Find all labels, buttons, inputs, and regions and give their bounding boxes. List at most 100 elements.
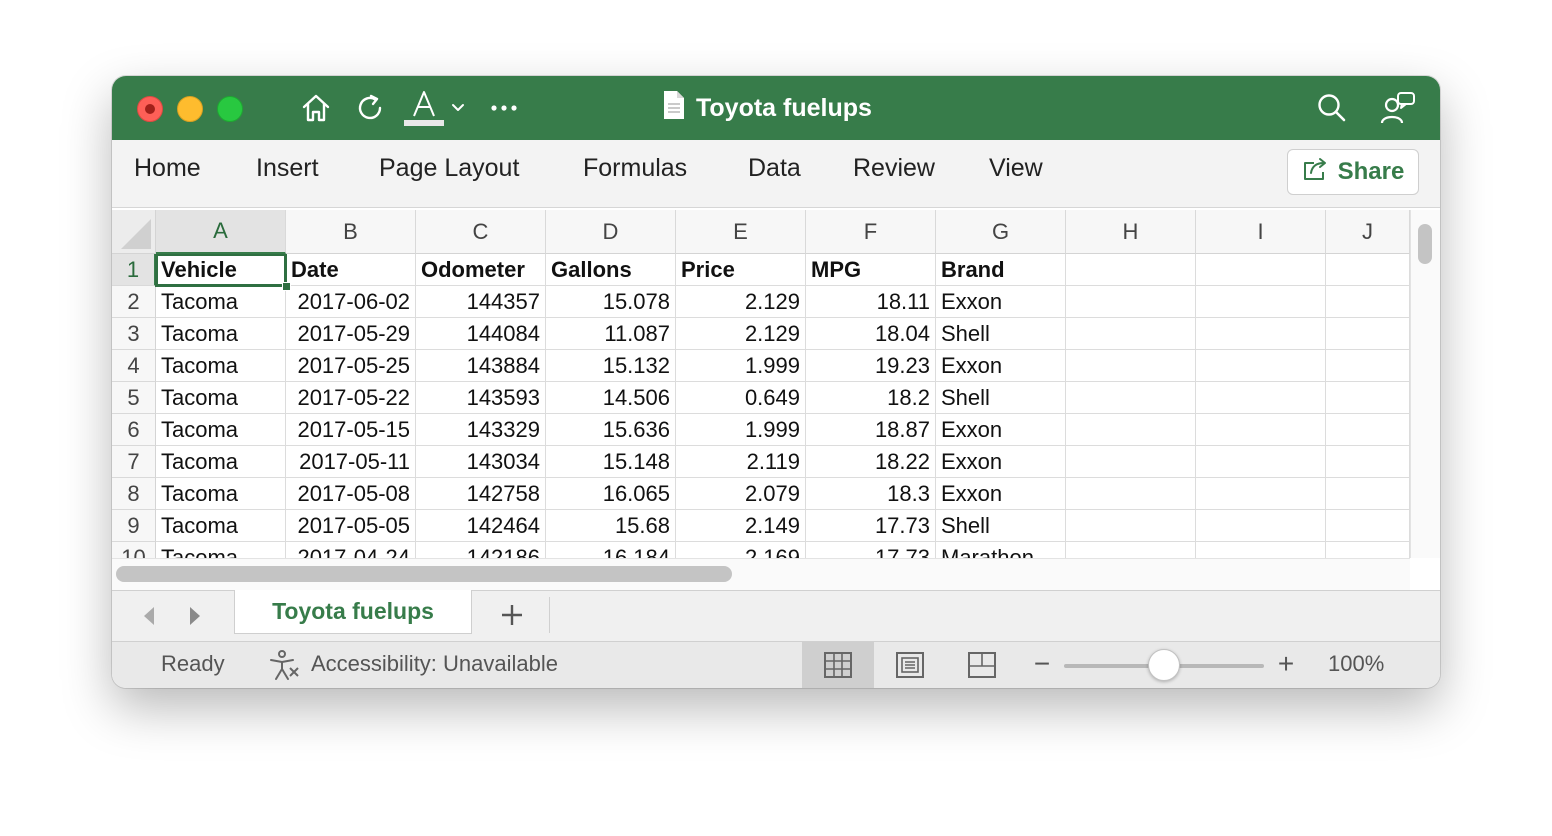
cell-g9[interactable]: Shell xyxy=(936,510,1066,542)
cell-b10[interactable]: 2017-04-24 xyxy=(286,542,416,558)
cell-h3[interactable] xyxy=(1066,318,1196,350)
cell-d10[interactable]: 16.184 xyxy=(546,542,676,558)
cell-i4[interactable] xyxy=(1196,350,1326,382)
row-header-4[interactable]: 4 xyxy=(112,350,156,382)
cell-e7[interactable]: 2.119 xyxy=(676,446,806,478)
cell-f9[interactable]: 17.73 xyxy=(806,510,936,542)
cell-f1[interactable]: MPG xyxy=(806,254,936,286)
cell-f7[interactable]: 18.22 xyxy=(806,446,936,478)
cell-a9[interactable]: Tacoma xyxy=(156,510,286,542)
close-window-button[interactable] xyxy=(137,96,163,122)
tab-page-layout[interactable]: Page Layout xyxy=(379,154,519,183)
cell-h9[interactable] xyxy=(1066,510,1196,542)
cell-i7[interactable] xyxy=(1196,446,1326,478)
cell-j7[interactable] xyxy=(1326,446,1410,478)
cell-d7[interactable]: 15.148 xyxy=(546,446,676,478)
cell-e3[interactable]: 2.129 xyxy=(676,318,806,350)
row-header-3[interactable]: 3 xyxy=(112,318,156,350)
cell-j10[interactable] xyxy=(1326,542,1410,558)
row-header-2[interactable]: 2 xyxy=(112,286,156,318)
font-color-icon[interactable] xyxy=(404,90,444,126)
cell-h5[interactable] xyxy=(1066,382,1196,414)
cell-b6[interactable]: 2017-05-15 xyxy=(286,414,416,446)
select-all-corner[interactable] xyxy=(112,210,156,254)
cell-b2[interactable]: 2017-06-02 xyxy=(286,286,416,318)
cell-a5[interactable]: Tacoma xyxy=(156,382,286,414)
zoom-in-button[interactable]: + xyxy=(1274,648,1298,679)
cell-a4[interactable]: Tacoma xyxy=(156,350,286,382)
cell-d3[interactable]: 11.087 xyxy=(546,318,676,350)
normal-view-button[interactable] xyxy=(802,642,874,688)
cell-j8[interactable] xyxy=(1326,478,1410,510)
cell-g2[interactable]: Exxon xyxy=(936,286,1066,318)
cell-h6[interactable] xyxy=(1066,414,1196,446)
cell-g3[interactable]: Shell xyxy=(936,318,1066,350)
column-header-j[interactable]: J xyxy=(1326,210,1410,254)
add-sheet-button[interactable] xyxy=(492,597,532,633)
home-icon[interactable] xyxy=(298,90,334,126)
cell-h4[interactable] xyxy=(1066,350,1196,382)
column-header-f[interactable]: F xyxy=(806,210,936,254)
cell-d5[interactable]: 14.506 xyxy=(546,382,676,414)
cell-b4[interactable]: 2017-05-25 xyxy=(286,350,416,382)
cell-a10[interactable]: Tacoma xyxy=(156,542,286,558)
cell-a1[interactable]: Vehicle xyxy=(155,254,291,291)
cell-b3[interactable]: 2017-05-29 xyxy=(286,318,416,350)
search-icon[interactable] xyxy=(1314,90,1350,126)
row-header-7[interactable]: 7 xyxy=(112,446,156,478)
row-header-1[interactable]: 1 xyxy=(112,254,156,286)
previous-sheet-icon[interactable] xyxy=(134,601,164,631)
zoom-slider-thumb[interactable] xyxy=(1148,649,1180,681)
cell-e2[interactable]: 2.129 xyxy=(676,286,806,318)
cell-i6[interactable] xyxy=(1196,414,1326,446)
cell-b5[interactable]: 2017-05-22 xyxy=(286,382,416,414)
cell-e1[interactable]: Price xyxy=(676,254,806,286)
tab-home[interactable]: Home xyxy=(134,154,201,183)
sheet-tab-toyota-fuelups[interactable]: Toyota fuelups xyxy=(234,590,472,634)
cell-i10[interactable] xyxy=(1196,542,1326,558)
cell-d6[interactable]: 15.636 xyxy=(546,414,676,446)
page-layout-view-button[interactable] xyxy=(874,642,946,688)
tab-formulas[interactable]: Formulas xyxy=(583,154,687,183)
zoom-level[interactable]: 100% xyxy=(1328,651,1384,677)
collaborate-icon[interactable] xyxy=(1380,90,1416,126)
cell-a7[interactable]: Tacoma xyxy=(156,446,286,478)
tab-view[interactable]: View xyxy=(989,154,1043,183)
cell-f6[interactable]: 18.87 xyxy=(806,414,936,446)
cell-c1[interactable]: Odometer xyxy=(416,254,546,286)
cell-g7[interactable]: Exxon xyxy=(936,446,1066,478)
next-sheet-icon[interactable] xyxy=(180,601,210,631)
cell-c9[interactable]: 142464 xyxy=(416,510,546,542)
cell-h1[interactable] xyxy=(1066,254,1196,286)
cell-i5[interactable] xyxy=(1196,382,1326,414)
cell-c2[interactable]: 144357 xyxy=(416,286,546,318)
cell-e4[interactable]: 1.999 xyxy=(676,350,806,382)
tab-review[interactable]: Review xyxy=(853,154,935,183)
cell-c6[interactable]: 143329 xyxy=(416,414,546,446)
row-header-9[interactable]: 9 xyxy=(112,510,156,542)
cell-d8[interactable]: 16.065 xyxy=(546,478,676,510)
tab-data[interactable]: Data xyxy=(748,154,801,183)
row-header-10[interactable]: 10 xyxy=(112,542,156,558)
cell-e9[interactable]: 2.149 xyxy=(676,510,806,542)
cell-j3[interactable] xyxy=(1326,318,1410,350)
cell-c7[interactable]: 143034 xyxy=(416,446,546,478)
minimize-window-button[interactable] xyxy=(177,96,203,122)
cell-g6[interactable]: Exxon xyxy=(936,414,1066,446)
cell-e6[interactable]: 1.999 xyxy=(676,414,806,446)
cell-a8[interactable]: Tacoma xyxy=(156,478,286,510)
cell-c8[interactable]: 142758 xyxy=(416,478,546,510)
cell-f3[interactable]: 18.04 xyxy=(806,318,936,350)
cell-d9[interactable]: 15.68 xyxy=(546,510,676,542)
cell-c10[interactable]: 142186 xyxy=(416,542,546,558)
column-header-e[interactable]: E xyxy=(676,210,806,254)
cell-j9[interactable] xyxy=(1326,510,1410,542)
cell-j6[interactable] xyxy=(1326,414,1410,446)
cell-g10[interactable]: Marathon xyxy=(936,542,1066,558)
cell-f8[interactable]: 18.3 xyxy=(806,478,936,510)
cell-f5[interactable]: 18.2 xyxy=(806,382,936,414)
cell-c3[interactable]: 144084 xyxy=(416,318,546,350)
column-header-d[interactable]: D xyxy=(546,210,676,254)
cell-h8[interactable] xyxy=(1066,478,1196,510)
cell-i2[interactable] xyxy=(1196,286,1326,318)
